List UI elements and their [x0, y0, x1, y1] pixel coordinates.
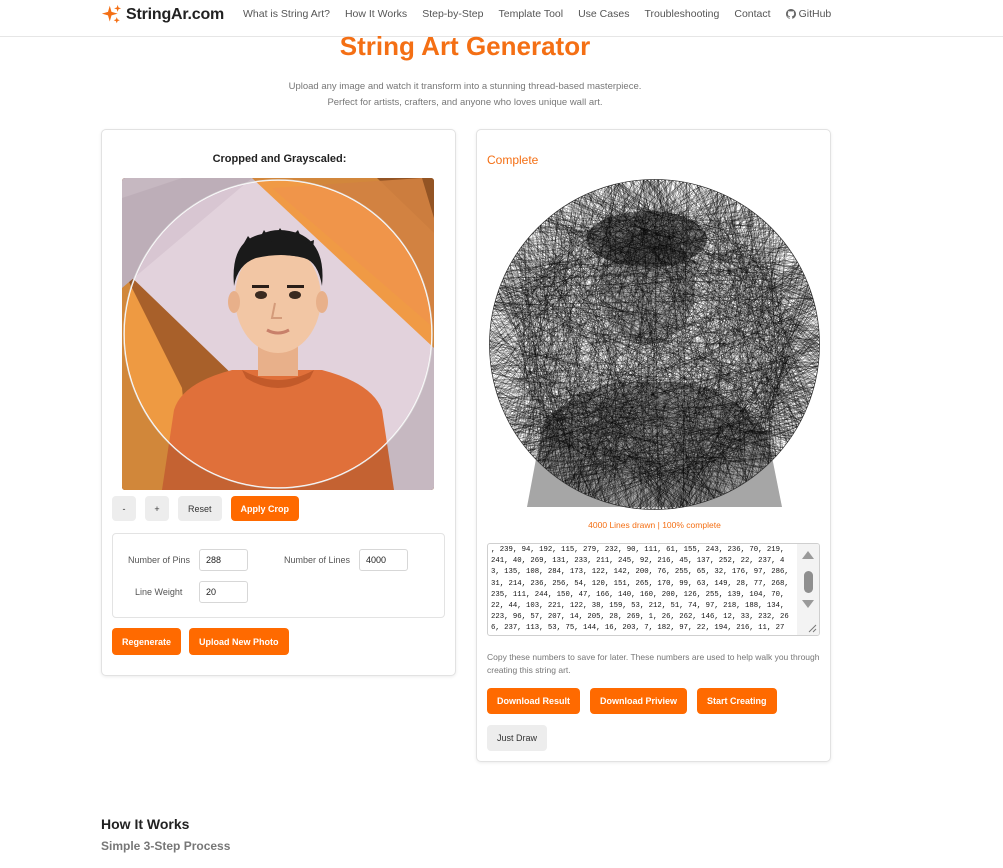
nav-link-what-is[interactable]: What is String Art?	[243, 8, 330, 20]
weight-label: Line Weight	[135, 587, 183, 597]
pin-sequence-text: , 239, 94, 192, 115, 279, 232, 90, 111, …	[491, 546, 789, 633]
string-art-canvas	[489, 179, 820, 510]
zoom-in-button[interactable]: +	[145, 496, 169, 521]
scrollbar[interactable]	[797, 544, 819, 635]
cropped-label: Cropped and Grayscaled:	[212, 153, 347, 165]
resize-grip-icon[interactable]	[808, 624, 817, 633]
page-title: String Art Generator	[339, 31, 591, 61]
scroll-down-arrow-icon[interactable]	[802, 600, 814, 608]
lines-input[interactable]	[359, 549, 408, 571]
regenerate-button[interactable]: Regenerate	[112, 628, 182, 655]
crop-preview-image[interactable]	[122, 178, 434, 490]
lines-label: Number of Lines	[284, 555, 351, 565]
progress-text: 4000 Lines drawn | 100% complete	[588, 520, 721, 530]
copy-note: Copy these numbers to save for later. Th…	[487, 652, 820, 675]
nav-links: What is String Art? How It Works Step-by…	[243, 8, 846, 20]
sparkles-icon	[101, 4, 122, 24]
page-subtitle: Upload any image and watch it transform …	[0, 79, 930, 110]
how-it-works-subtitle: Simple 3-Step Process	[101, 839, 231, 853]
download-result-button[interactable]: Download Result	[487, 688, 581, 714]
portrait-image	[122, 178, 434, 490]
subtitle-line-2: Perfect for artists, crafters, and anyon…	[327, 96, 603, 108]
nav-link-troubleshooting[interactable]: Troubleshooting	[644, 8, 719, 20]
editor-actions: Regenerate Upload New Photo	[112, 628, 289, 655]
crop-controls: - + Reset Apply Crop	[112, 496, 300, 521]
weight-input[interactable]	[199, 581, 248, 603]
result-actions: Download Result Download Priview Start C…	[487, 688, 777, 714]
status-label: Complete	[487, 153, 539, 167]
nav-link-contact[interactable]: Contact	[734, 8, 770, 20]
nav-link-github[interactable]: GitHub	[785, 8, 832, 20]
string-art-preview	[487, 177, 822, 512]
nav-link-step-by-step[interactable]: Step-by-Step	[422, 8, 483, 20]
nav-link-how-it-works[interactable]: How It Works	[345, 8, 407, 20]
upload-new-photo-button[interactable]: Upload New Photo	[189, 628, 289, 655]
result-card: Complete 4000 Lines drawn | 100% complet…	[476, 129, 831, 762]
just-draw-row: Just Draw	[487, 725, 548, 751]
pins-label: Number of Pins	[128, 555, 191, 565]
scroll-up-arrow-icon[interactable]	[802, 551, 814, 559]
github-icon	[785, 9, 796, 19]
pins-input[interactable]	[199, 549, 248, 571]
download-preview-button[interactable]: Download Priview	[590, 688, 688, 714]
just-draw-button[interactable]: Just Draw	[487, 725, 548, 751]
editor-card: Cropped and Grayscaled: - + Reset Apply …	[101, 129, 456, 676]
start-creating-button[interactable]: Start Creating	[697, 688, 777, 714]
scroll-thumb[interactable]	[804, 571, 813, 593]
pin-sequence-textarea[interactable]: , 239, 94, 192, 115, 279, 232, 90, 111, …	[487, 543, 820, 636]
nav-link-template-tool[interactable]: Template Tool	[498, 8, 563, 20]
github-label: GitHub	[798, 8, 832, 20]
reset-button[interactable]: Reset	[178, 496, 222, 521]
brand-name: StringAr.com	[126, 5, 225, 23]
brand-logo[interactable]: StringAr.com	[101, 4, 224, 25]
subtitle-line-1: Upload any image and watch it transform …	[288, 81, 642, 92]
apply-crop-button[interactable]: Apply Crop	[230, 496, 300, 521]
nav-link-use-cases[interactable]: Use Cases	[578, 8, 629, 20]
how-it-works-title: How It Works	[101, 816, 190, 832]
settings-panel: Number of Pins Number of Lines Line Weig…	[112, 533, 445, 618]
zoom-out-button[interactable]: -	[112, 496, 136, 521]
